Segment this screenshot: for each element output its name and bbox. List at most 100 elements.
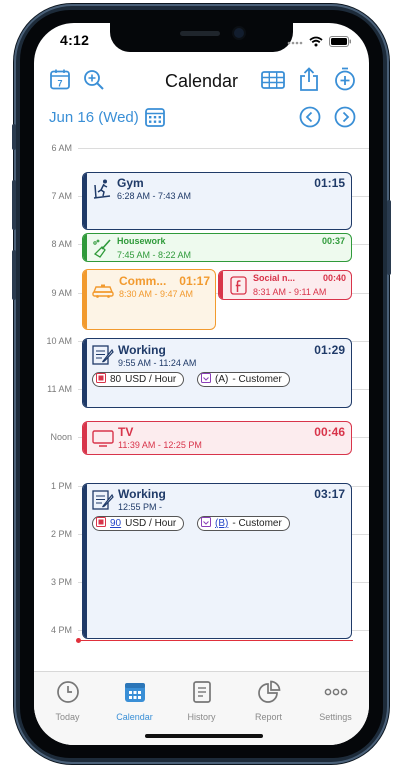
- tab-label: Report: [254, 712, 282, 722]
- calendar-grid-icon: [145, 107, 165, 132]
- event-time: 8:31 AM - 9:11 AM: [253, 287, 327, 297]
- treadmill-icon: [92, 179, 112, 204]
- tab-today[interactable]: Today: [34, 680, 101, 722]
- chevron-left-icon: [299, 106, 321, 133]
- event-color-bar: [83, 270, 87, 329]
- rate-chip[interactable]: 80 USD / Hour: [92, 372, 185, 387]
- event-duration: 01:29: [314, 343, 345, 357]
- pie-chart-icon: [257, 680, 281, 708]
- tab-calendar[interactable]: Calendar: [101, 680, 168, 722]
- broom-icon: [92, 239, 112, 261]
- tab-settings[interactable]: Settings: [302, 680, 369, 722]
- add-timer-icon: [333, 67, 357, 96]
- hour-label: 7 AM: [51, 191, 72, 201]
- previous-day-button[interactable]: [298, 106, 322, 133]
- share-button[interactable]: [298, 66, 320, 96]
- volume-up-button: [12, 180, 16, 230]
- current-time-dot: [76, 638, 81, 643]
- status-icons: [287, 34, 351, 52]
- event-name: Comm...: [119, 274, 167, 288]
- share-icon: [299, 66, 319, 96]
- hour-gridline: [78, 148, 369, 149]
- silent-switch: [12, 124, 16, 150]
- hour-label: 4 PM: [50, 625, 72, 635]
- add-timer-button[interactable]: [332, 67, 358, 96]
- client-suffix: - Customer: [232, 374, 282, 385]
- hour-label: 3 PM: [50, 577, 72, 587]
- event-duration: 01:17: [179, 274, 210, 288]
- event-name: TV: [118, 425, 134, 439]
- app-screen: 4:12 7 Calendar Jun 16 (Wed) 6 AM 7 AM 8…: [34, 23, 369, 745]
- event-duration: 03:17: [314, 487, 345, 501]
- event-working-2[interactable]: Working 12:55 PM - 03:17 90 USD / Hour (…: [82, 483, 352, 639]
- wifi-icon: [309, 34, 323, 52]
- rate-amount: 90: [110, 518, 122, 529]
- event-time: 8:30 AM - 9:47 AM: [119, 289, 194, 299]
- client-tag: (B): [215, 518, 229, 529]
- event-tv[interactable]: TV 11:39 AM - 12:25 PM 00:46: [82, 421, 352, 455]
- hour-label: 10 AM: [46, 336, 72, 346]
- selected-date[interactable]: Jun 16 (Wed): [49, 109, 139, 126]
- event-social-network[interactable]: Social n... 8:31 AM - 9:11 AM 00:40: [218, 270, 352, 300]
- event-color-bar: [219, 271, 223, 299]
- grid-icon: [261, 70, 285, 94]
- event-time: 11:39 AM - 12:25 PM: [118, 440, 202, 450]
- volume-down-button: [12, 250, 16, 300]
- tab-report[interactable]: Report: [235, 680, 302, 722]
- document-icon: [190, 681, 214, 708]
- notepad-icon: [92, 345, 114, 370]
- event-commute[interactable]: Comm... 8:30 AM - 9:47 AM 01:17: [82, 269, 216, 330]
- rate-unit: USD / Hour: [125, 518, 177, 529]
- next-day-button[interactable]: [333, 106, 357, 133]
- rate-amount: 80: [110, 374, 122, 385]
- event-gym[interactable]: Gym 6:28 AM - 7:43 AM 01:15: [82, 172, 352, 230]
- checkbox-icon: [201, 517, 211, 530]
- status-time: 4:12: [60, 32, 90, 48]
- chevron-right-icon: [334, 106, 356, 133]
- event-color-bar: [83, 339, 87, 407]
- event-time: 9:55 AM - 11:24 AM: [118, 358, 197, 368]
- hour-label: 8 AM: [51, 239, 72, 249]
- event-housework[interactable]: Housework 7:45 AM - 8:22 AM 00:37: [82, 233, 352, 262]
- tab-history[interactable]: History: [168, 680, 235, 722]
- tab-label: Settings: [319, 712, 352, 722]
- event-duration: 01:15: [314, 176, 345, 190]
- client-tag: (A): [215, 374, 229, 385]
- event-time: 6:28 AM - 7:43 AM: [117, 191, 192, 201]
- battery-icon: [329, 34, 351, 52]
- notepad-icon: [92, 490, 114, 515]
- hour-label: 9 AM: [51, 288, 72, 298]
- front-camera: [234, 28, 244, 38]
- tv-icon: [92, 430, 114, 452]
- clock-icon: [56, 681, 80, 708]
- taxi-icon: [92, 284, 114, 303]
- hour-label: 6 AM: [51, 143, 72, 153]
- event-time: 7:45 AM - 8:22 AM: [117, 250, 192, 260]
- client-chip[interactable]: (A) - Customer: [197, 372, 290, 387]
- day-timeline[interactable]: 6 AM 7 AM 8 AM 9 AM 10 AM 11 AM Noon 1 P…: [34, 143, 369, 671]
- week-view-button[interactable]: [260, 70, 286, 94]
- facebook-icon: [230, 276, 247, 299]
- calendar-grid-icon: [123, 683, 147, 708]
- ellipsis-icon: [323, 688, 349, 708]
- event-name: Social n...: [253, 273, 296, 283]
- date-picker-button[interactable]: [144, 107, 166, 132]
- event-name: Working: [118, 487, 166, 501]
- event-name: Housework: [117, 236, 166, 246]
- hour-label: 11 AM: [47, 384, 72, 394]
- current-time-line: [78, 640, 353, 641]
- signal-icon: [287, 34, 303, 52]
- event-color-bar: [83, 422, 87, 454]
- tab-label: History: [187, 712, 216, 722]
- event-name: Working: [118, 343, 166, 357]
- event-duration: 00:46: [314, 425, 345, 439]
- rate-unit: USD / Hour: [125, 374, 177, 385]
- event-color-bar: [83, 484, 87, 638]
- money-icon: [96, 373, 106, 386]
- hour-label: 2 PM: [50, 529, 72, 539]
- client-chip[interactable]: (B) - Customer: [197, 516, 290, 531]
- event-duration: 00:40: [322, 273, 346, 283]
- event-working-1[interactable]: Working 9:55 AM - 11:24 AM 01:29 80 USD …: [82, 338, 352, 408]
- event-duration: 00:37: [321, 236, 345, 246]
- rate-chip[interactable]: 90 USD / Hour: [92, 516, 185, 531]
